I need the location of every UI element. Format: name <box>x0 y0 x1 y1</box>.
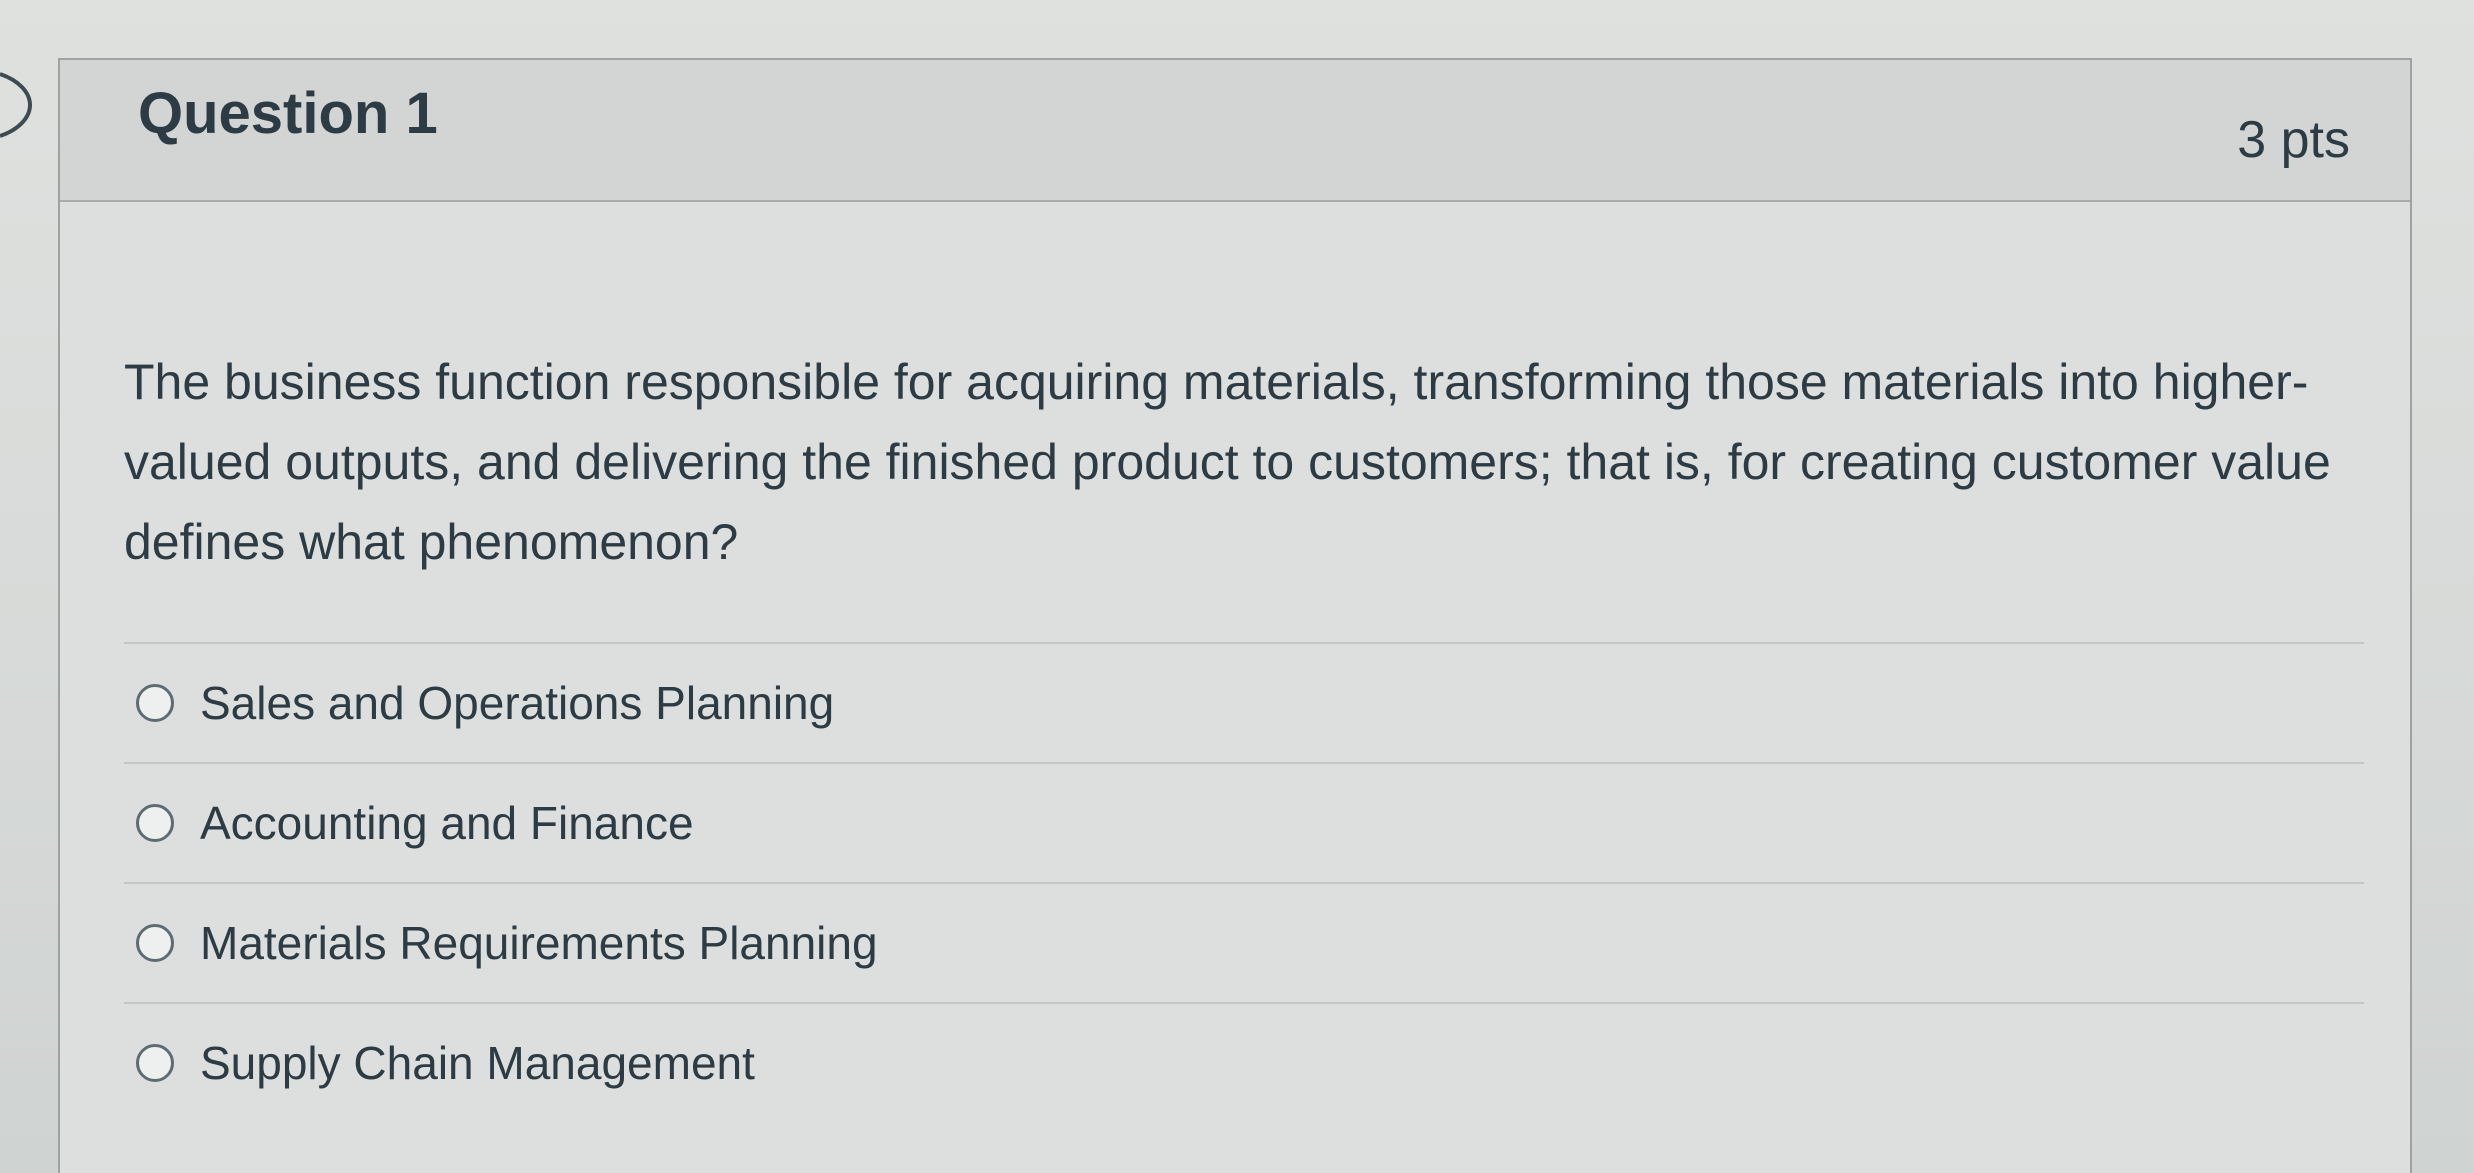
radio-button-icon[interactable] <box>136 924 174 962</box>
question-body: The business function responsible for ac… <box>60 202 2410 1122</box>
answer-option[interactable]: Materials Requirements Planning <box>124 884 2364 1004</box>
quiz-screen: Question 1 3 pts The business function r… <box>0 0 2474 1173</box>
radio-button-icon[interactable] <box>136 804 174 842</box>
answer-label[interactable]: Supply Chain Management <box>200 1036 755 1090</box>
question-title: Question 1 <box>138 81 438 146</box>
answer-label[interactable]: Accounting and Finance <box>200 796 694 850</box>
answer-option[interactable]: Supply Chain Management <box>124 1004 2364 1122</box>
answer-label[interactable]: Sales and Operations Planning <box>200 676 834 730</box>
answer-list: Sales and Operations Planning Accounting… <box>124 642 2364 1122</box>
question-card: Question 1 3 pts The business function r… <box>58 58 2412 1173</box>
question-points: 3 pts <box>2237 111 2350 169</box>
radio-button-icon[interactable] <box>136 684 174 722</box>
radio-button-icon[interactable] <box>136 1044 174 1082</box>
answer-option[interactable]: Sales and Operations Planning <box>124 644 2364 764</box>
question-text: The business function responsible for ac… <box>124 354 2331 570</box>
answer-option[interactable]: Accounting and Finance <box>124 764 2364 884</box>
question-header: Question 1 3 pts <box>60 60 2410 202</box>
answer-label[interactable]: Materials Requirements Planning <box>200 916 878 970</box>
chevron-right-icon[interactable] <box>0 70 34 140</box>
